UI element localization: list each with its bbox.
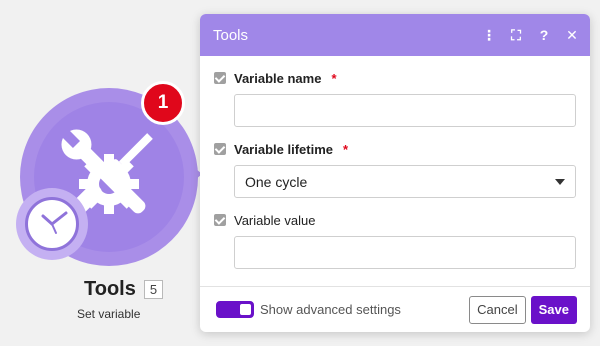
variable-name-input[interactable] [234, 94, 576, 127]
variable-lifetime-field: Variable lifetime * One cycle [214, 139, 576, 198]
module-settings-panel: Tools ⋮ ⛶ ? ✕ Variable name * Variable li… [200, 14, 590, 332]
variable-value-input[interactable] [234, 236, 576, 269]
clock-badge [16, 188, 88, 260]
variable-value-field: Variable value [214, 210, 576, 269]
variable-value-label: Variable value [234, 212, 316, 228]
advanced-settings-label[interactable]: Show advanced settings [260, 302, 401, 317]
operations-count-badge[interactable]: 1 [141, 81, 185, 125]
required-marker: * [331, 70, 337, 86]
panel-title: Tools [213, 26, 249, 44]
cancel-button[interactable]: Cancel [469, 295, 526, 324]
more-vert-icon[interactable]: ⋮ [482, 28, 496, 42]
panel-header-icons: ⋮ ⛶ ? ✕ [482, 28, 578, 42]
panel-header[interactable]: Tools ⋮ ⛶ ? ✕ [200, 14, 590, 56]
variable-lifetime-selected-value: One cycle [245, 173, 308, 190]
advanced-settings-control: Show advanced settings [216, 301, 401, 318]
module-title: Tools [84, 278, 136, 300]
module-title-row: Tools 5 [84, 278, 164, 301]
advanced-settings-toggle[interactable] [216, 301, 254, 318]
fullscreen-icon[interactable]: ⛶ [510, 28, 522, 42]
scenario-canvas[interactable]: 1 Tools 5 Set variable Tools ⋮ ⛶ ? ✕ Var… [0, 0, 600, 346]
close-icon[interactable]: ✕ [566, 28, 578, 42]
variable-value-label-row: Variable value [214, 210, 576, 230]
variable-name-label-row: Variable name * [214, 68, 576, 88]
variable-name-label: Variable name [234, 70, 322, 86]
required-marker: * [343, 141, 349, 157]
variable-name-toggle-checkbox[interactable] [214, 72, 226, 84]
variable-lifetime-select[interactable]: One cycle [234, 165, 576, 198]
variable-name-field: Variable name * [214, 68, 576, 127]
panel-body: Variable name * Variable lifetime * One cy… [200, 56, 590, 269]
variable-lifetime-label-row: Variable lifetime * [214, 139, 576, 159]
help-icon[interactable]: ? [538, 28, 550, 42]
variable-lifetime-toggle-checkbox[interactable] [214, 143, 226, 155]
module-subtitle: Set variable [77, 307, 141, 321]
panel-footer: Show advanced settings Cancel Save [200, 286, 590, 332]
save-button[interactable]: Save [530, 295, 577, 324]
module-id: 5 [143, 280, 164, 299]
variable-value-toggle-checkbox[interactable] [214, 214, 226, 226]
toggle-knob [240, 304, 251, 315]
clock-icon [25, 197, 79, 251]
variable-lifetime-label: Variable lifetime [234, 141, 333, 157]
chevron-down-icon [555, 178, 565, 185]
footer-buttons: Cancel Save [469, 295, 577, 324]
